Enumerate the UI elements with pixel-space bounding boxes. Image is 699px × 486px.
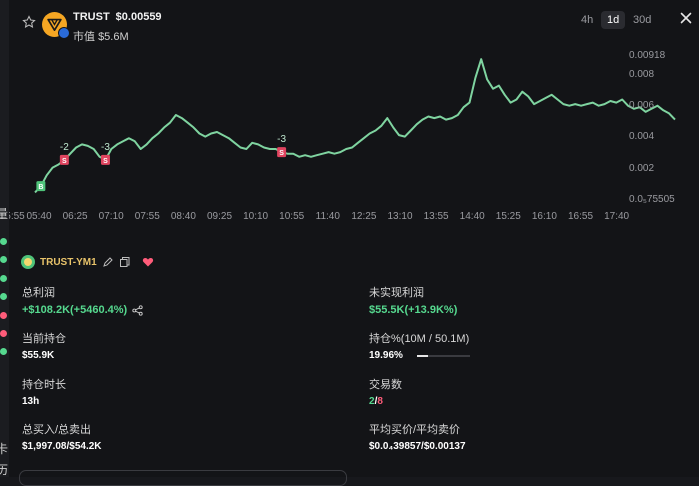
holding-pct-stat: 持仓%(10M / 50.1M) 19.96%	[369, 330, 470, 361]
x-tick-label: 13:10	[387, 211, 412, 222]
buy-sell-label: 总买入/总卖出	[22, 424, 92, 436]
star-icon[interactable]	[22, 15, 36, 29]
share-icon[interactable]	[132, 304, 143, 316]
status-dot	[0, 275, 7, 282]
market-cap-value: $5.6M	[98, 31, 129, 43]
x-tick-label: 09:25	[207, 211, 232, 222]
trade-amount-label: -3	[277, 134, 286, 145]
holding-progress-fill	[416, 354, 428, 357]
total-profit-label: 总利润	[22, 287, 55, 299]
price-chart-svg: 0.00918 0.008 0.006 0.004 0.002 0.0₅75505 5:55…	[9, 50, 676, 222]
x-tick-label: 17:40	[604, 211, 629, 222]
trader-detail-panel: TRUST $0.00559 市值 $5.6M 4h 1d 30d 0.00918…	[9, 0, 699, 486]
unrealized-profit-stat: 未实现利润 $55.5K(+13.9K%)	[369, 284, 457, 316]
y-tick-label: 0.004	[629, 131, 654, 142]
close-icon[interactable]	[680, 12, 692, 24]
trader-name: TRUST-YM1	[40, 256, 97, 268]
y-tick-label: 0.008	[629, 69, 654, 80]
x-tick-label: 5:55	[9, 211, 25, 222]
duration-value: 13h	[22, 396, 40, 407]
status-dot	[0, 293, 7, 300]
chain-badge-icon	[58, 27, 70, 39]
holding-pct-row: 19.96%	[369, 350, 470, 361]
timeframe-1d-button[interactable]: 1d	[601, 11, 626, 29]
edit-icon[interactable]	[102, 256, 114, 268]
x-tick-label: 14:40	[460, 211, 485, 222]
trades-label: 交易数	[369, 379, 402, 391]
trade-amount-label: -2	[60, 142, 69, 153]
status-dot	[0, 330, 7, 337]
holding-label: 当前持仓	[22, 333, 66, 345]
trade-marker-badge: S	[62, 158, 67, 165]
sidebar-glyph: 卡	[0, 442, 9, 456]
avg-price-value: $0.0₄39857/$0.00137	[369, 441, 466, 452]
x-tick-label: 13:55	[424, 211, 449, 222]
status-dot	[0, 348, 7, 355]
copy-icon[interactable]	[119, 256, 131, 268]
status-dot	[0, 256, 7, 263]
x-tick-label: 15:25	[496, 211, 521, 222]
price-chart: 0.00918 0.008 0.006 0.004 0.002 0.0₅75505 5:55…	[9, 44, 699, 224]
x-tick-label: 12:25	[351, 211, 376, 222]
x-tick-label: 16:55	[568, 211, 593, 222]
x-tick-label: 11:40	[316, 211, 341, 222]
token-logo-icon	[42, 12, 70, 39]
holding-pct-value: 19.96%	[369, 350, 403, 361]
y-tick-label: 0.00918	[629, 50, 666, 61]
x-tick-label: 10:55	[279, 211, 304, 222]
trade-amount-label: -3	[101, 142, 110, 153]
sidebar-glyph: 历	[0, 463, 9, 477]
avg-price-label: 平均买价/平均卖价	[369, 424, 461, 436]
trade-marker-badge: S	[279, 150, 284, 157]
price-line	[34, 58, 676, 194]
total-profit-value: +$108.2K(+5460.4%)	[22, 304, 128, 316]
buy-sell-value: $1,997.08/$54.2K	[22, 441, 102, 452]
x-tick-label: 06:25	[63, 211, 88, 222]
token-symbol: TRUST	[73, 11, 110, 23]
buy-sell-stat: 总买入/总卖出 $1,997.08/$54.2K	[22, 421, 102, 452]
holding-stat: 当前持仓 $55.9K	[22, 330, 66, 361]
x-tick-label: 07:10	[99, 211, 124, 222]
holding-progress-bar	[416, 354, 470, 357]
status-dot	[0, 238, 7, 245]
y-tick-label: 0.002	[629, 163, 654, 174]
duration-label: 持仓时长	[22, 379, 66, 391]
trade-marker-badge: S	[103, 158, 108, 165]
left-sidebar-strip: 量 卡 历	[0, 0, 9, 477]
x-tick-label: 10:10	[243, 211, 268, 222]
unrealized-profit-value: $55.5K(+13.9K%)	[369, 304, 458, 316]
x-tick-label: 08:40	[171, 211, 196, 222]
trades-stat: 交易数 2/8	[369, 376, 402, 407]
market-cap-label: 市值	[73, 31, 95, 43]
avg-price-stat: 平均买价/平均卖价 $0.0₄39857/$0.00137	[369, 421, 466, 452]
x-tick-label: 07:55	[135, 211, 160, 222]
market-cap: 市值 $5.6M	[73, 28, 129, 44]
timeframe-30d-button[interactable]: 30d	[627, 11, 657, 29]
trades-sell-count: 8	[377, 396, 383, 407]
avatar	[21, 255, 35, 269]
holding-value: $55.9K	[22, 350, 55, 361]
bottom-input-bar[interactable]	[19, 470, 347, 486]
y-tick-label: 0.006	[629, 100, 654, 111]
trades-row: 2/8	[369, 396, 402, 407]
heart-icon[interactable]	[142, 256, 154, 268]
trader-row: TRUST-YM1	[21, 254, 154, 270]
status-dot	[0, 312, 7, 319]
x-tick-label: 16:10	[532, 211, 557, 222]
total-profit-row: +$108.2K(+5460.4%)	[22, 304, 143, 316]
total-profit-stat: 总利润 +$108.2K(+5460.4%)	[22, 284, 143, 316]
token-title: TRUST $0.00559	[73, 11, 162, 23]
x-tick-label: 05:40	[26, 211, 51, 222]
token-price: $0.00559	[115, 11, 162, 23]
y-tick-label: 0.0₅75505	[629, 194, 675, 205]
unrealized-profit-label: 未实现利润	[369, 287, 424, 299]
timeframe-4h-button[interactable]: 4h	[575, 11, 599, 29]
sidebar-glyph: 量	[0, 207, 9, 221]
token-header: TRUST $0.00559 市值 $5.6M 4h 1d 30d	[9, 0, 699, 44]
duration-stat: 持仓时长 13h	[22, 376, 66, 407]
holding-pct-label: 持仓%(10M / 50.1M)	[369, 333, 470, 345]
trade-marker-badge: B	[38, 184, 43, 191]
